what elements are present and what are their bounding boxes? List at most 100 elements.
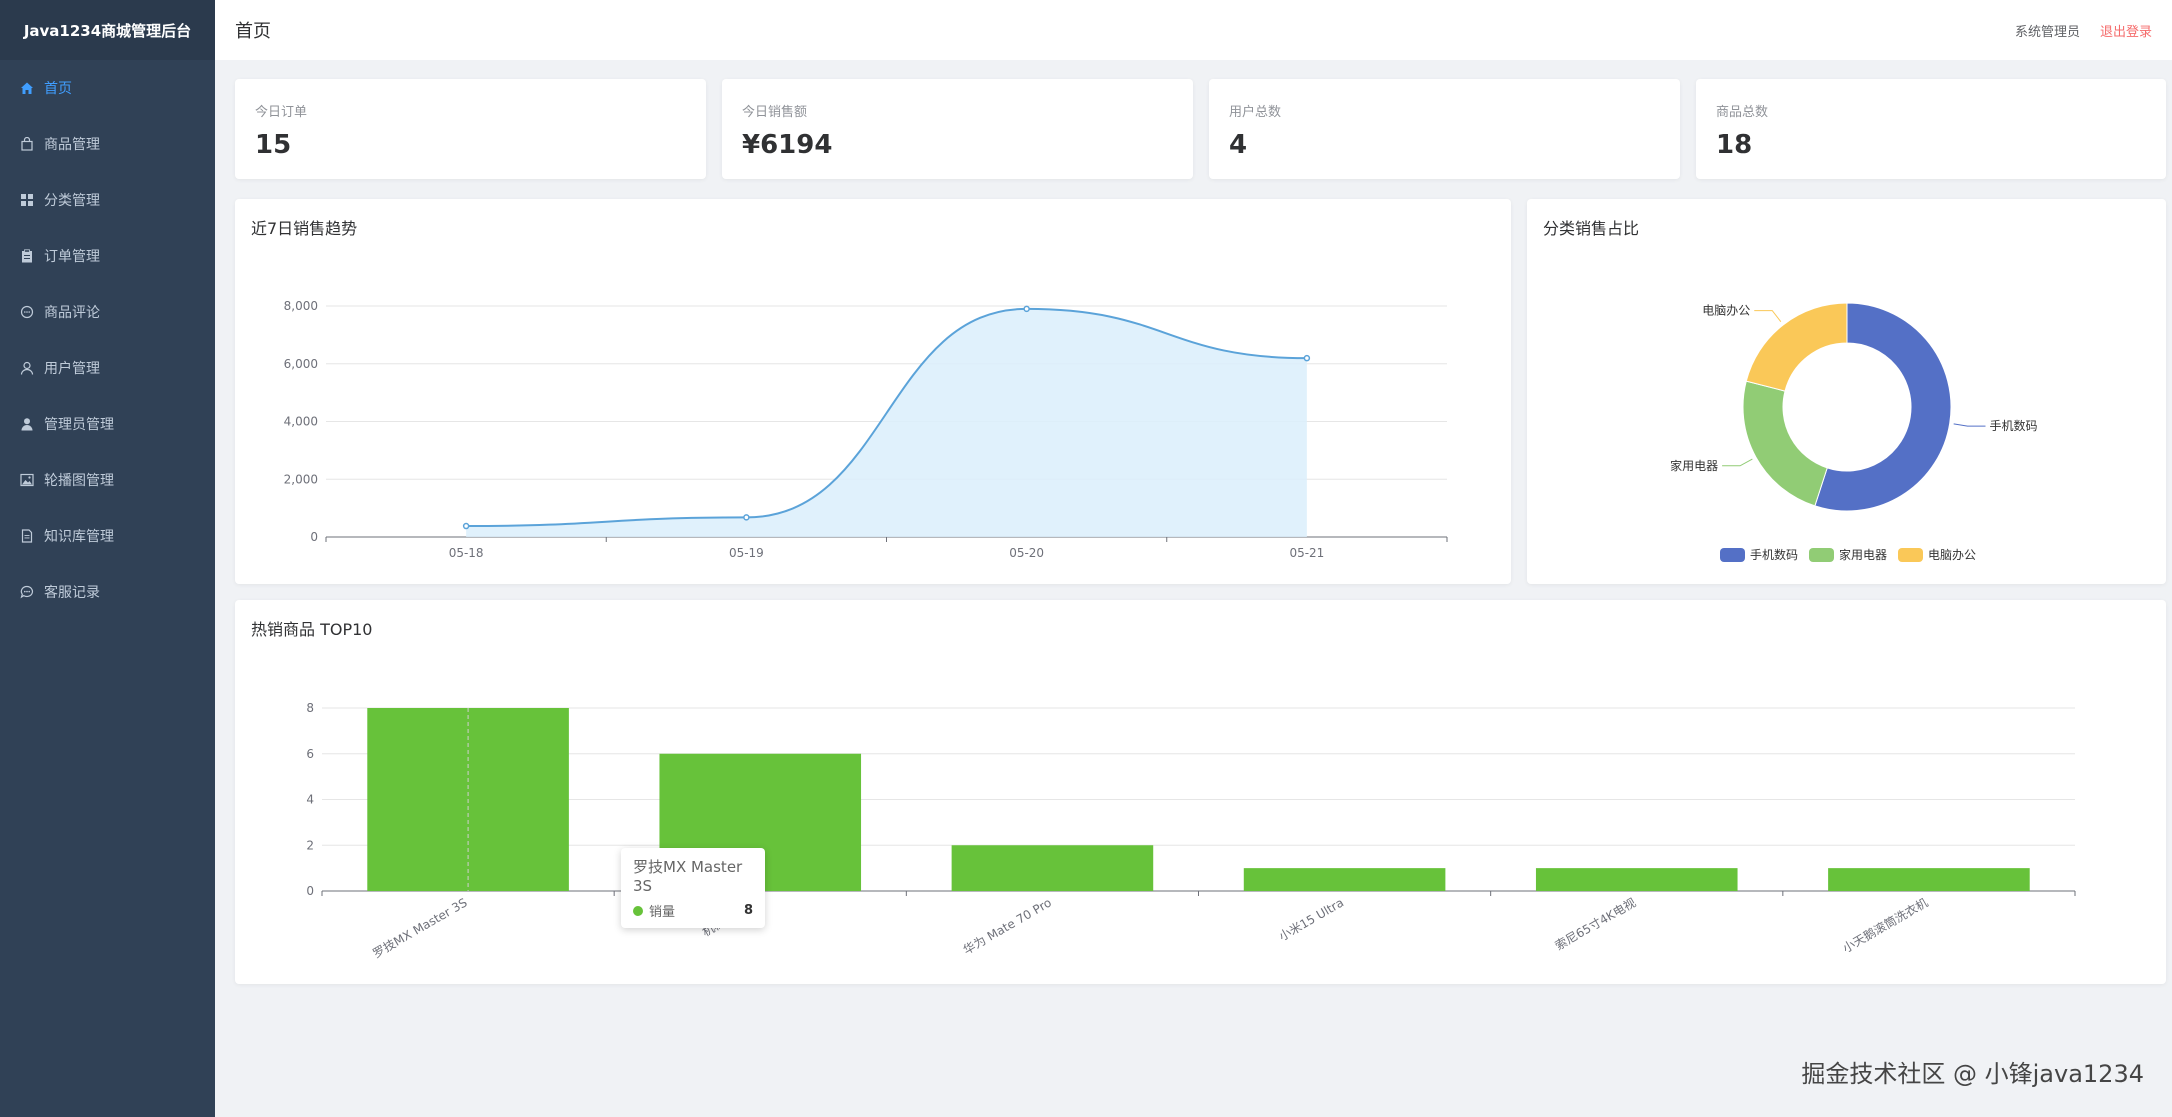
document-icon	[20, 529, 34, 543]
data-point	[462, 522, 470, 530]
brand-title: Java1234商城管理后台	[0, 0, 215, 60]
sidebar-item-orders[interactable]: 订单管理	[0, 228, 215, 284]
x-tick-label: 05-21	[1289, 546, 1324, 560]
data-point	[743, 514, 750, 521]
data-point	[1303, 354, 1311, 362]
legend-label: 家用电器	[1839, 547, 1887, 562]
y-tick-label: 8,000	[284, 299, 318, 313]
stat-card-sales: 今日销售额 ¥6194	[722, 79, 1193, 179]
tooltip-row: 销量 8	[633, 901, 753, 920]
sidebar-item-label: 知识库管理	[44, 529, 114, 545]
sidebar-item-products[interactable]: 商品管理	[0, 116, 215, 172]
stat-label: 用户总数	[1229, 105, 1282, 120]
top-header: 首页 系统管理员 退出登录	[215, 0, 2172, 60]
sidebar-item-categories[interactable]: 分类管理	[0, 172, 215, 228]
bar	[1828, 868, 2030, 891]
y-tick-label: 0	[306, 884, 314, 898]
home-icon	[20, 81, 34, 95]
x-tick-label: 小天鹅滚筒洗衣机	[1840, 895, 1931, 956]
sidebar-item-label: 管理员管理	[44, 417, 114, 433]
stat-card-products: 商品总数 18	[1696, 79, 2166, 179]
stat-label: 今日销售额	[742, 105, 808, 120]
x-tick-label: 索尼65寸4K电视	[1552, 895, 1638, 953]
tooltip-title: 罗技MX Master 3S	[633, 858, 743, 895]
sidebar-item-knowledge[interactable]: 知识库管理	[0, 508, 215, 564]
stat-value: 18	[1716, 130, 1753, 160]
clipboard-icon	[20, 249, 34, 263]
data-point	[1023, 305, 1030, 313]
sidebar-menu: 首页 商品管理 分类管理 订单管理 商品评论 用户管理 管理员管理 轮播图管理	[0, 60, 215, 620]
tooltip-series: 销量	[649, 905, 676, 920]
trend-chart-panel: 近7日销售趋势 0 2,000 4,000 6,000 8,000 05-18 05-19 0…	[235, 199, 1511, 584]
slice-label: 电脑办公	[1702, 303, 1750, 318]
y-tick-label: 2	[306, 838, 314, 852]
stat-card-users: 用户总数 4	[1209, 79, 1680, 179]
sidebar-item-home[interactable]: 首页	[0, 60, 215, 116]
sidebar-item-admins[interactable]: 管理员管理	[0, 396, 215, 452]
chart-tooltip: 罗技MX Master 3S 销量 8	[621, 848, 765, 928]
tooltip-value: 8	[743, 903, 753, 918]
sidebar-item-label: 商品评论	[44, 305, 100, 321]
sidebar-item-label: 商品管理	[44, 137, 100, 153]
admin-icon	[20, 417, 34, 431]
x-tick-label: 05-19	[729, 546, 764, 560]
slice-label: 手机数码	[1989, 418, 2037, 433]
legend-label: 电脑办公	[1928, 547, 1976, 562]
stat-label: 商品总数	[1716, 105, 1769, 120]
stat-value: ¥6194	[742, 130, 833, 160]
y-tick-label: 6,000	[284, 357, 318, 371]
trend-chart: 0 2,000 4,000 6,000 8,000 05-18 05-19 05-20 05-2…	[284, 299, 1448, 560]
stat-label: 今日订单	[255, 105, 308, 120]
bar	[1243, 868, 1446, 891]
y-tick-label: 4,000	[284, 415, 318, 429]
pie-slice	[1745, 302, 1848, 392]
top-products-panel: 热销商品 TOP10 02468罗技MX Master 3S机械键盘K8华为 M…	[235, 600, 2166, 984]
x-tick-label: 罗技MX Master 3S	[370, 895, 469, 960]
sidebar-item-label: 首页	[44, 81, 72, 97]
series-dot	[633, 905, 643, 916]
sidebar: Java1234商城管理后台 首页 商品管理 分类管理 订单管理 商品评论 用户…	[0, 0, 215, 1117]
x-tick-label: 05-20	[1009, 546, 1044, 560]
y-tick-label: 8	[306, 701, 314, 715]
category-pie-chart: 手机数码家用电器电脑办公手机数码 家用电器 电脑办公	[1670, 302, 2038, 562]
x-tick-label: 05-18	[449, 546, 484, 560]
sidebar-item-label: 轮播图管理	[44, 473, 114, 489]
top-products-bar-chart: 02468罗技MX Master 3S机械键盘K8华为 Mate 70 Pro小…	[306, 701, 2076, 961]
x-tick-label: 华为 Mate 70 Pro	[961, 895, 1054, 957]
sidebar-item-banners[interactable]: 轮播图管理	[0, 452, 215, 508]
legend-swatch	[1809, 548, 1834, 562]
stat-value: 4	[1229, 130, 1248, 160]
chat-icon	[20, 305, 34, 319]
stat-card-orders: 今日订单 15	[235, 79, 706, 179]
label-line	[1953, 423, 1986, 427]
watermark: 掘金技术社区 @ 小锋java1234	[1801, 1060, 2144, 1088]
header-right: 系统管理员 退出登录	[2015, 21, 2152, 40]
sidebar-item-reviews[interactable]: 商品评论	[0, 284, 215, 340]
sidebar-item-users[interactable]: 用户管理	[0, 340, 215, 396]
page-title: 首页	[235, 21, 271, 42]
sidebar-item-label: 客服记录	[44, 585, 100, 601]
grid-icon	[20, 193, 34, 207]
bag-icon	[20, 137, 34, 151]
bar	[1535, 868, 1738, 891]
current-user[interactable]: 系统管理员	[2015, 21, 2080, 40]
pie-slice	[1742, 380, 1828, 507]
slice-label: 家用电器	[1670, 458, 1718, 473]
sidebar-item-label: 订单管理	[44, 249, 100, 265]
logout-link[interactable]: 退出登录	[2100, 21, 2152, 40]
bar	[951, 845, 1154, 891]
legend-label: 手机数码	[1750, 547, 1798, 562]
user-icon	[20, 361, 34, 375]
label-line	[1754, 310, 1782, 322]
y-tick-label: 2,000	[284, 472, 318, 486]
x-tick-label: 小米15 Ultra	[1277, 895, 1347, 943]
stat-value: 15	[255, 130, 292, 160]
picture-icon	[20, 473, 34, 487]
label-line	[1722, 458, 1753, 467]
sidebar-item-service[interactable]: 客服记录	[0, 564, 215, 620]
sidebar-item-label: 分类管理	[44, 193, 100, 209]
y-tick-label: 0	[310, 530, 318, 544]
message-icon	[20, 585, 34, 599]
y-tick-label: 6	[306, 747, 314, 761]
area-fill	[466, 308, 1307, 537]
